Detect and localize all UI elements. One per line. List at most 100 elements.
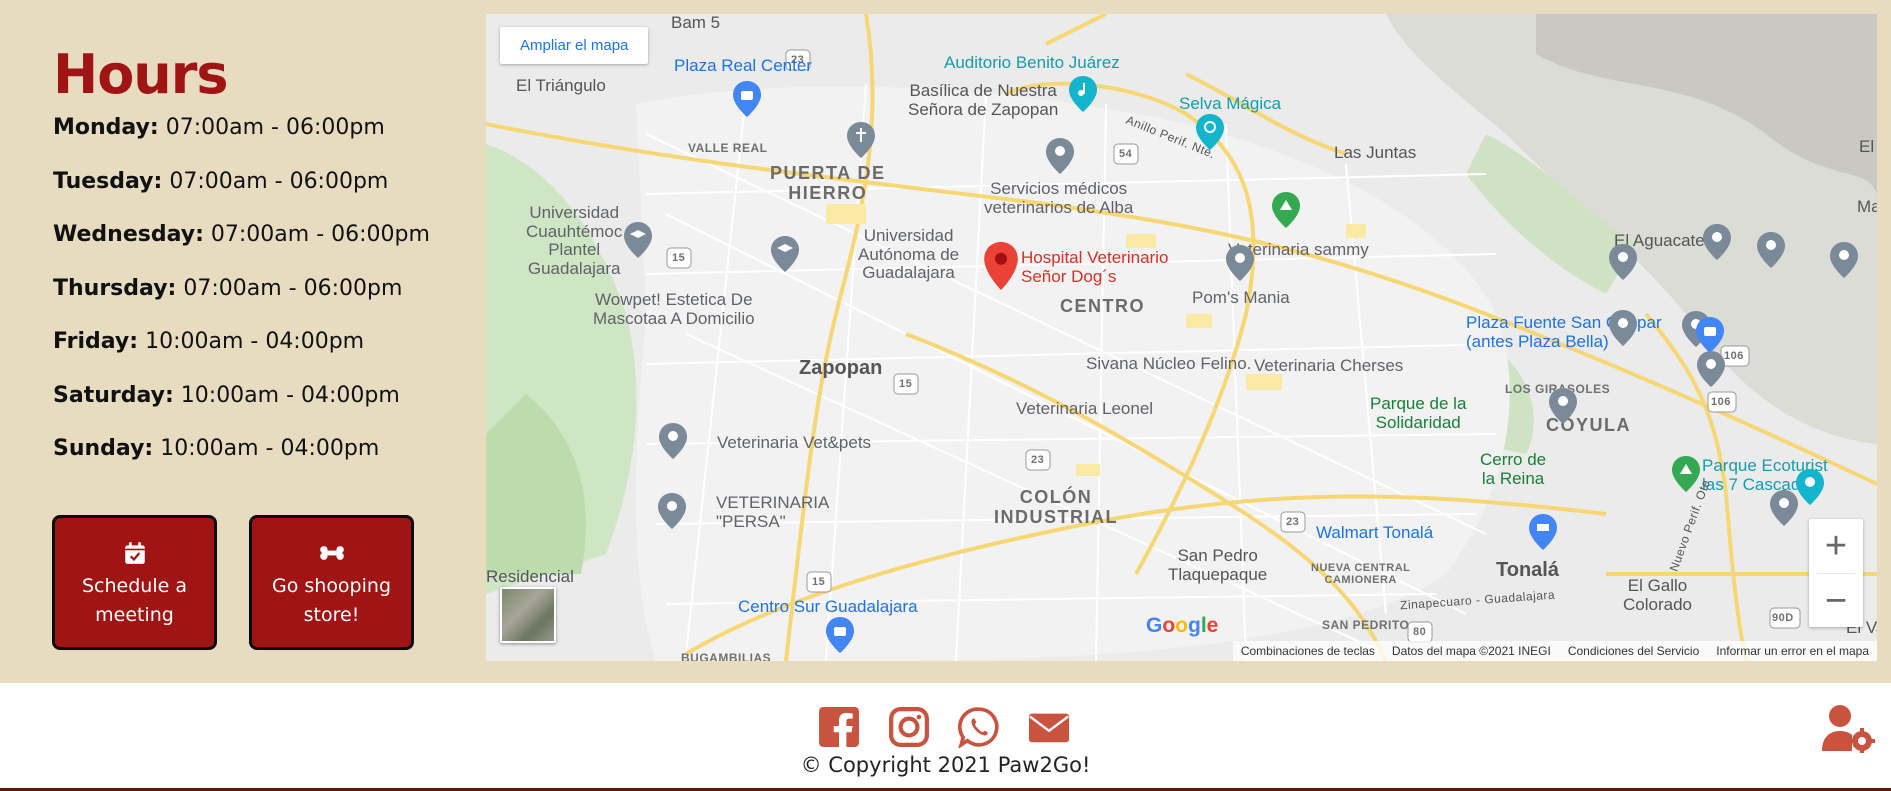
label-line: HIERRO xyxy=(788,182,868,203)
location-pin-icon[interactable] xyxy=(1770,490,1798,526)
label-line: Guadalajara xyxy=(862,263,955,283)
report-error-link[interactable]: Informar un error en el mapa xyxy=(1716,644,1869,658)
calendar-check-icon xyxy=(124,541,145,564)
label-line: Basílica de Nuestra xyxy=(909,81,1057,100)
footer: © Copyright 2021 Paw2Go! xyxy=(0,683,1891,791)
highway-shield: 15 xyxy=(672,252,686,264)
day-label: Wednesday: xyxy=(53,222,204,247)
zoom-in-button[interactable]: + xyxy=(1809,519,1863,573)
park-pin-icon[interactable] xyxy=(1272,192,1300,228)
map-label: Veterinaria Cherses xyxy=(1254,356,1404,375)
label-line: Hospital Veterinario xyxy=(1021,248,1169,267)
time-value: 10:00am - 04:00pm xyxy=(145,329,365,354)
highway-shield: 54 xyxy=(1119,148,1133,160)
location-pin-icon[interactable] xyxy=(1703,224,1731,260)
highway-shield: 90D xyxy=(1772,612,1794,624)
shopping-pin-icon[interactable] xyxy=(1696,317,1724,353)
schedule-meeting-button[interactable]: Schedule a meeting xyxy=(52,515,217,650)
music-pin-icon[interactable] xyxy=(1069,76,1097,112)
time-value: 07:00am - 06:00pm xyxy=(165,115,385,140)
attraction-pin-icon[interactable] xyxy=(1796,469,1824,505)
hours-row-friday: Friday: 10:00am - 04:00pm xyxy=(53,328,453,382)
map-label-colon-industrial: COLÓN INDUSTRIAL xyxy=(994,487,1118,528)
location-pin-icon[interactable] xyxy=(1757,232,1785,268)
google-map[interactable]: 23 54 15 15 23 23 15 106 106 80 90D Bam … xyxy=(486,14,1877,661)
school-pin-icon[interactable] xyxy=(624,222,652,258)
location-pin-icon[interactable] xyxy=(1609,310,1637,346)
instagram-icon[interactable] xyxy=(888,706,930,748)
map-attribution: Combinaciones de teclas Datos del mapa ©… xyxy=(1232,641,1877,661)
satellite-toggle[interactable] xyxy=(500,587,556,643)
google-logo-letter: o xyxy=(1162,614,1176,637)
highway-shield: 23 xyxy=(1286,516,1300,528)
hours-section: Hours Monday: 07:00am - 06:00pm Tuesday:… xyxy=(53,44,453,489)
highway-shield: 106 xyxy=(1711,396,1731,408)
location-pin-icon[interactable] xyxy=(1226,245,1254,281)
highway-shield: 106 xyxy=(1724,350,1744,362)
go-shopping-store-button[interactable]: Go shooping store! xyxy=(249,515,414,650)
hours-row-thursday: Thursday: 07:00am - 06:00pm xyxy=(53,275,453,329)
hours-row-monday: Monday: 07:00am - 06:00pm xyxy=(53,114,453,168)
hours-row-saturday: Saturday: 10:00am - 04:00pm xyxy=(53,382,453,436)
zoom-out-button[interactable]: − xyxy=(1809,574,1863,628)
church-pin-icon[interactable] xyxy=(847,122,875,158)
shopping-pin-icon[interactable] xyxy=(733,81,761,117)
whatsapp-icon[interactable] xyxy=(958,706,1000,748)
google-logo: Google xyxy=(1146,614,1218,638)
time-value: 10:00am - 04:00pm xyxy=(180,382,400,408)
map-label: Plaza Real Center xyxy=(674,56,812,75)
map-label: Residencial xyxy=(486,567,574,586)
terms-link[interactable]: Condiciones del Servicio xyxy=(1568,644,1699,658)
label-line: "PERSA" xyxy=(716,511,786,531)
amusement-park-pin-icon[interactable] xyxy=(1196,114,1224,150)
label-line: Cerro de xyxy=(1480,450,1547,469)
label-line: INDUSTRIAL xyxy=(994,506,1118,527)
time-value: 07:00am - 06:00pm xyxy=(169,168,389,194)
map-label-parque-solidaridad: Parque de la Solidaridad xyxy=(1370,394,1466,432)
shopping-cart-pin-icon[interactable] xyxy=(1529,514,1557,550)
day-label: Monday: xyxy=(53,115,159,140)
map-label-univ-autonoma: Universidad Autónoma de Guadalajara xyxy=(858,226,959,283)
location-pin-icon[interactable] xyxy=(1830,242,1858,278)
map-label: Centro Sur Guadalajara xyxy=(738,597,918,616)
hospital-marker-label: Hospital Veterinario Señor Dog´s xyxy=(1021,248,1169,286)
highway-shield: 15 xyxy=(812,576,826,588)
map-label-basilica: Basílica de Nuestra Señora de Zapopan xyxy=(908,81,1058,119)
school-pin-icon[interactable] xyxy=(771,236,799,272)
map-label-vet-persa: VETERINARIA "PERSA" xyxy=(716,493,829,531)
location-pin-icon[interactable] xyxy=(1609,244,1637,280)
highway-shield: 80 xyxy=(1413,626,1427,638)
location-pin-icon[interactable] xyxy=(1697,351,1725,387)
hours-row-sunday: Sunday: 10:00am - 04:00pm xyxy=(53,435,453,489)
label-line: PUERTA DE xyxy=(770,163,886,183)
hospital-marker-pin-icon[interactable] xyxy=(984,242,1018,290)
map-label: Auditorio Benito Juárez xyxy=(944,53,1120,72)
location-pin-icon[interactable] xyxy=(659,423,687,459)
keyboard-shortcuts-link[interactable]: Combinaciones de teclas xyxy=(1241,644,1375,658)
zoom-controls: + − xyxy=(1809,519,1863,627)
user-gear-icon[interactable] xyxy=(1820,703,1876,753)
google-logo-letter: o xyxy=(1175,614,1188,637)
bone-icon xyxy=(319,545,344,560)
envelope-icon[interactable] xyxy=(1028,706,1070,748)
label-line: Wowpet! Estetica De xyxy=(595,290,753,309)
label-line: (antes Plaza Bella) xyxy=(1466,331,1609,351)
map-label-servicios: Servicios médicos veterinarios de Alba xyxy=(984,179,1133,217)
button-label-line2: store! xyxy=(303,603,360,626)
map-label: Zapopan xyxy=(799,357,883,379)
park-pin-icon[interactable] xyxy=(1672,456,1700,492)
time-value: 07:00am - 06:00pm xyxy=(210,222,430,247)
map-label: SAN PEDRITO xyxy=(1322,618,1410,632)
day-label: Friday: xyxy=(53,329,139,354)
google-logo-letter: e xyxy=(1206,614,1219,637)
facebook-icon[interactable] xyxy=(818,706,860,748)
shopping-pin-icon[interactable] xyxy=(826,617,854,653)
location-pin-icon[interactable] xyxy=(1549,388,1577,424)
map-label-univ-cuauhtemoc: Universidad Cuauhtémoc Plantel Guadalajara xyxy=(526,203,622,279)
location-pin-icon[interactable] xyxy=(1046,138,1074,174)
enlarge-map-link[interactable]: Ampliar el mapa xyxy=(500,27,649,64)
map-label: Bam 5 xyxy=(671,14,721,32)
map-label: El I xyxy=(1859,137,1877,156)
location-pin-icon[interactable] xyxy=(658,493,686,529)
label-line: Plantel xyxy=(548,240,601,260)
